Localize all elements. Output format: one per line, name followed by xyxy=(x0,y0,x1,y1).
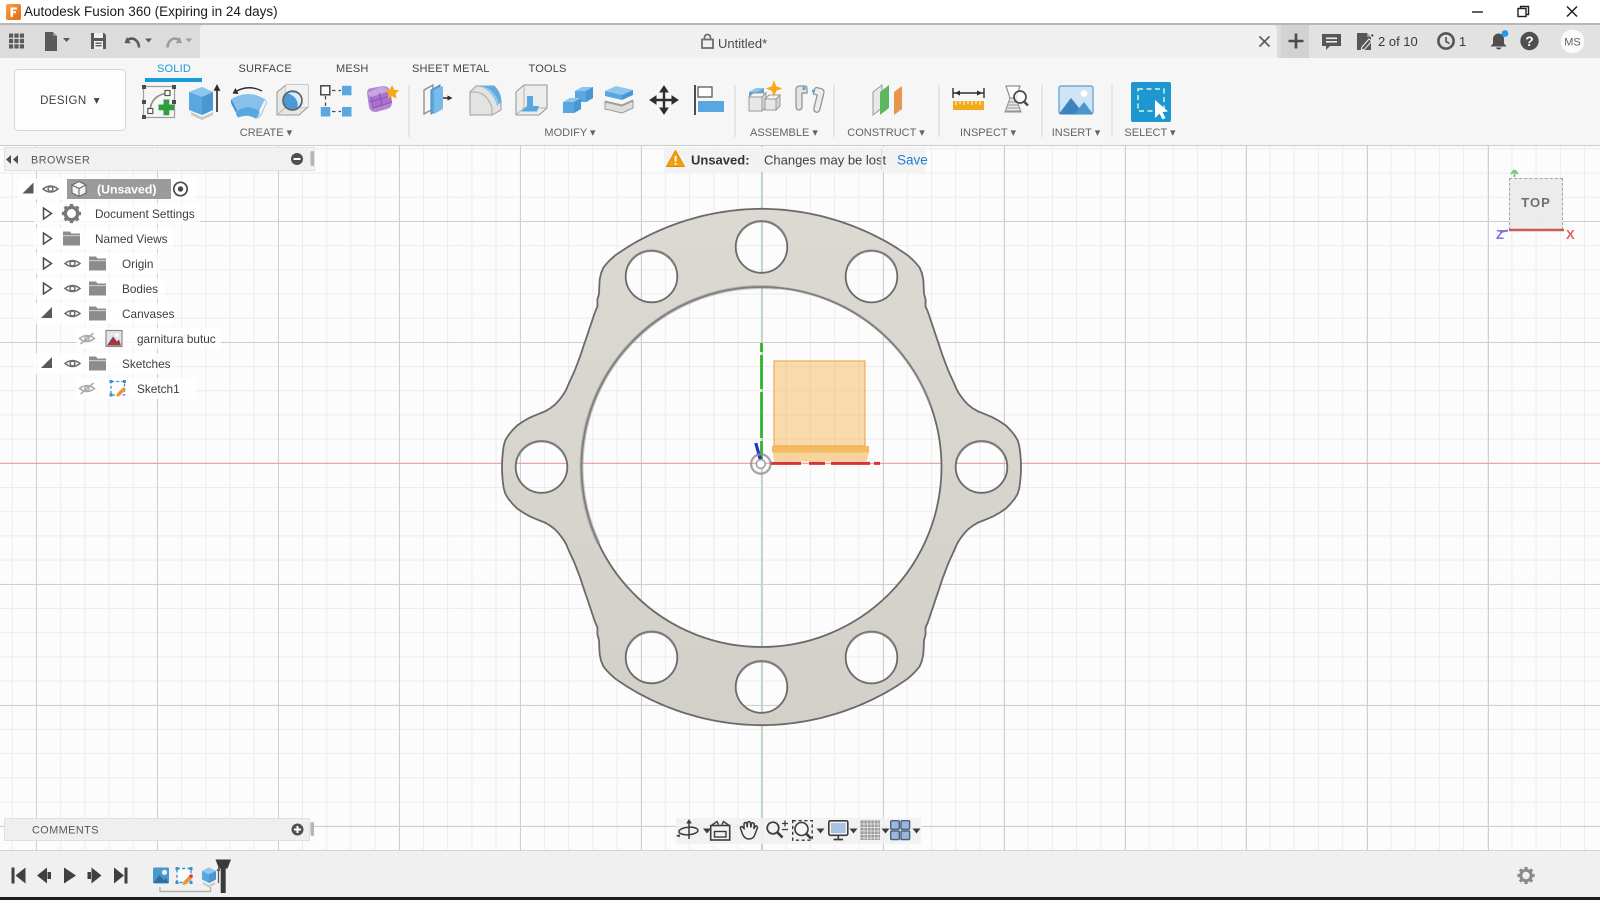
svg-text:Sketch1: Sketch1 xyxy=(137,382,180,396)
svg-text:X: X xyxy=(1566,227,1575,242)
svg-text:Save: Save xyxy=(897,153,928,168)
svg-text:Z: Z xyxy=(1496,227,1504,242)
svg-text:Unsaved:: Unsaved: xyxy=(691,153,750,168)
svg-text:Changes may be lost: Changes may be lost xyxy=(764,153,887,168)
svg-text:Document Settings: Document Settings xyxy=(95,207,195,221)
svg-text:Sketches: Sketches xyxy=(122,357,171,371)
svg-text:COMMENTS: COMMENTS xyxy=(32,825,99,837)
svg-text:Bodies: Bodies xyxy=(122,282,158,296)
svg-text:Named Views: Named Views xyxy=(95,232,168,246)
svg-text:Canvases: Canvases xyxy=(122,307,175,321)
svg-text:(Unsaved): (Unsaved) xyxy=(97,183,156,197)
svg-text:BROWSER: BROWSER xyxy=(31,155,90,167)
svg-text:garnitura butuc: garnitura butuc xyxy=(137,332,216,346)
svg-text:Origin: Origin xyxy=(122,257,153,271)
